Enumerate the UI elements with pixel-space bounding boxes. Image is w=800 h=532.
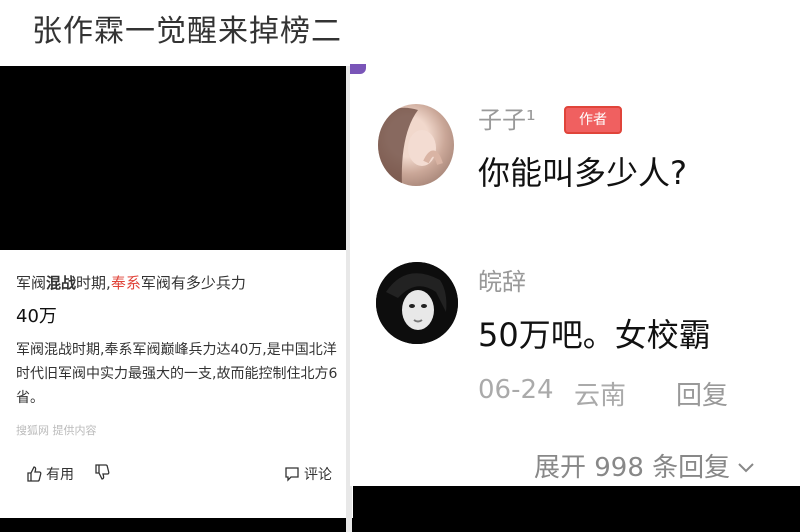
useful-label: 有用 [46, 467, 74, 483]
question-highlight: 奉系 [110, 274, 141, 292]
thumbs-up-icon [26, 466, 42, 482]
comment-location: 云南 [574, 381, 627, 411]
comment-label: 评论 [304, 467, 332, 483]
avatar[interactable] [376, 262, 458, 344]
bottom-bar-left [0, 518, 353, 532]
comment-username[interactable]: 皖辞 [478, 262, 526, 297]
page-title: 张作霖一觉醒来掉榜二 [32, 14, 342, 49]
answer-description: 军阀混战时期,奉系军阀巅峰兵力达40万,是中国北洋时代旧军阀中实力最强大的一支,… [16, 342, 338, 406]
question-bold: 混战 [46, 274, 77, 292]
comment-icon [284, 466, 300, 482]
comment-button[interactable]: 评论 [284, 464, 332, 484]
chevron-down-icon [736, 451, 756, 481]
question-mid: 时期, [76, 274, 111, 292]
question-suffix: 军阀有多少兵力 [140, 274, 246, 292]
reply-button[interactable]: 回复 [676, 375, 728, 412]
author-badge: 作者 [564, 106, 622, 134]
search-result-panel: 军阀混战时期,奉系军阀有多少兵力 40万 军阀混战时期,奉系军阀巅峰兵力达40万… [0, 66, 346, 518]
comment-text[interactable]: 你能叫多少人? [478, 148, 687, 194]
comment-date: 06-24 [478, 375, 554, 405]
answer-card: 军阀混战时期,奉系军阀有多少兵力 40万 军阀混战时期,奉系军阀巅峰兵力达40万… [0, 250, 346, 518]
answer-value: 40万 [16, 306, 57, 327]
avatar[interactable] [378, 104, 454, 186]
useful-button[interactable]: 有用 [26, 464, 74, 484]
comment-username[interactable]: 子子¹ [478, 100, 536, 135]
action-bar: 有用 评论 [0, 456, 346, 486]
thumbs-down-icon [94, 464, 110, 480]
comment-text[interactable]: 50万吧。女校霸 [478, 310, 711, 356]
expand-replies-button[interactable]: 展开 998 条回复 [534, 447, 756, 484]
corner-badge [350, 64, 366, 74]
question-prefix: 军阀 [16, 274, 47, 292]
image-placeholder [0, 66, 346, 250]
useless-button[interactable] [94, 464, 110, 480]
expand-label: 展开 998 条回复 [534, 453, 731, 483]
bottom-bar-right [353, 486, 800, 532]
source-label[interactable]: 搜狐网 提供内容 [16, 422, 97, 438]
question-text[interactable]: 军阀混战时期,奉系军阀有多少兵力 [16, 272, 246, 293]
